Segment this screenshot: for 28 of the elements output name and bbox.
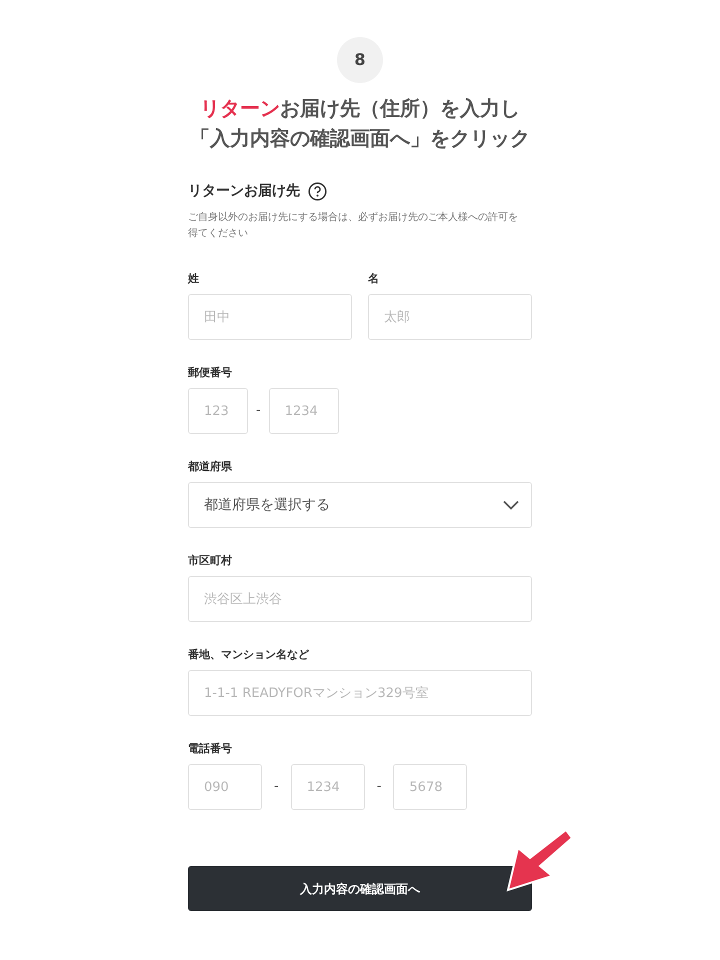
input-field[interactable]: 1-1-1 READYFORマンション329号室 [188,670,532,716]
field-label: 名 [368,272,380,286]
select-field[interactable]: 都道府県を選択する [188,482,532,528]
field-label: 番地、マンション名など [188,648,310,662]
field-label: 姓 [188,272,200,286]
headline: 「入力内容の確認画面へ」をクリック [189,125,531,152]
help-icon[interactable] [308,182,327,201]
step-number: 8 [337,37,383,83]
input-field[interactable]: 1234 [290,764,365,810]
field-label: 郵便番号 [188,366,233,380]
input-field[interactable]: 1234 [268,388,339,434]
field-label: 市区町村 [188,554,233,568]
section-title: リターンお届け先 [188,182,300,201]
input-field[interactable]: 渋谷区上渋谷 [188,576,532,622]
separator: - [274,778,279,796]
note-text: ご自身以外のお届け先にする場合は、必ずお届け先のご本人様への許可を得てください [188,210,518,241]
chevron-down-icon [503,500,519,510]
separator: - [256,402,261,420]
headline: リターンお届け先（住所）を入力し [199,95,521,122]
input-field[interactable]: 5678 [393,764,468,810]
input-field[interactable]: 太郎 [368,294,532,340]
field-label: 電話番号 [188,742,233,756]
field-label: 都道府県 [188,460,233,474]
input-field[interactable]: 090 [188,764,262,810]
input-field[interactable]: 田中 [188,294,352,340]
confirm-button[interactable]: 入力内容の確認画面へ [188,866,532,911]
separator: - [376,778,382,796]
input-field[interactable]: 123 [188,388,248,434]
